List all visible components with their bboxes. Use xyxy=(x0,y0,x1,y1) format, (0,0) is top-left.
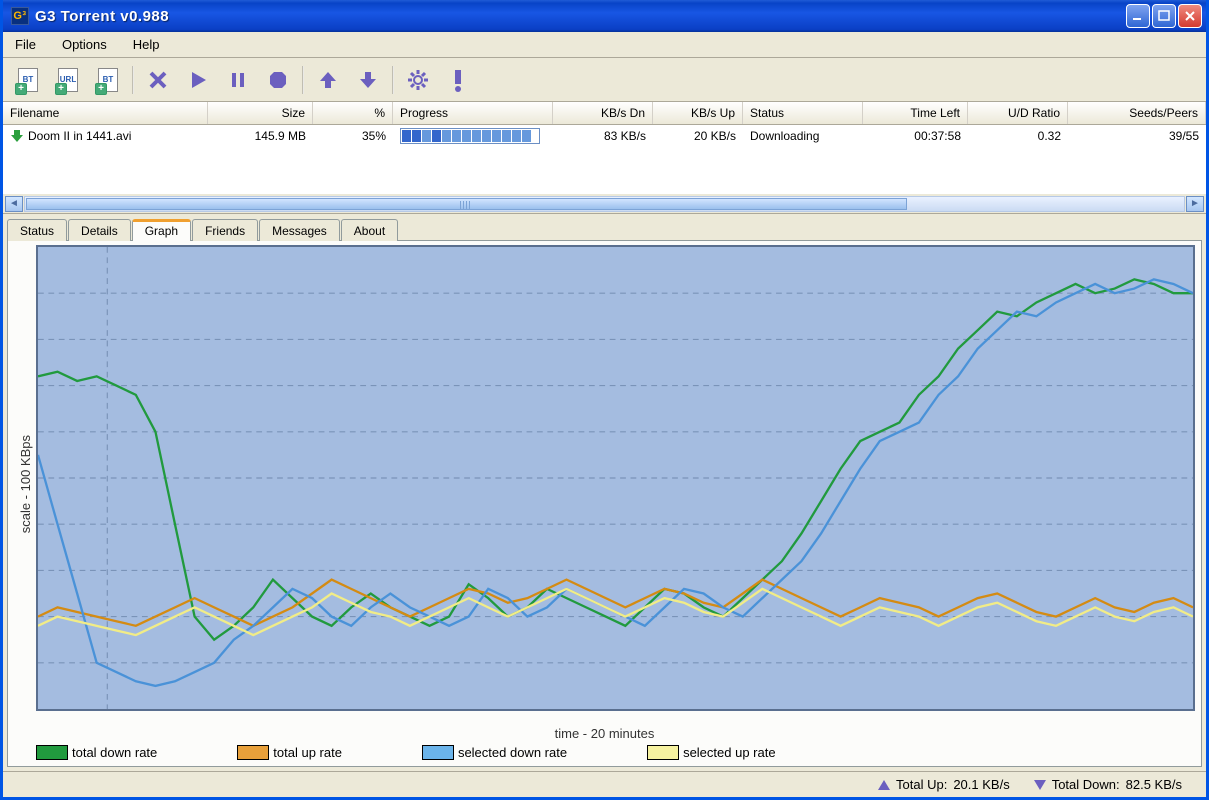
col-percent[interactable]: % xyxy=(313,102,393,124)
window: G³ G3 Torrent v0.988 File Options Help B… xyxy=(0,0,1209,800)
scroll-right-button[interactable]: ► xyxy=(1186,196,1204,212)
list-header: Filename Size % Progress KB/s Dn KB/s Up… xyxy=(3,102,1206,125)
horizontal-scrollbar[interactable]: ◄ ► xyxy=(3,193,1206,213)
tab-status[interactable]: Status xyxy=(7,219,67,241)
col-timeleft[interactable]: Time Left xyxy=(863,102,968,124)
col-status[interactable]: Status xyxy=(743,102,863,124)
close-button[interactable] xyxy=(1178,4,1202,28)
swatch-total-up-icon xyxy=(237,745,269,760)
move-down-button[interactable] xyxy=(349,63,387,97)
move-up-button[interactable] xyxy=(309,63,347,97)
maximize-button[interactable] xyxy=(1152,4,1176,28)
download-arrow-icon xyxy=(1034,780,1046,790)
menu-help[interactable]: Help xyxy=(127,35,166,54)
col-udratio[interactable]: U/D Ratio xyxy=(968,102,1068,124)
stop-button[interactable] xyxy=(259,63,297,97)
create-torrent-button[interactable]: BT xyxy=(89,63,127,97)
play-button[interactable] xyxy=(179,63,217,97)
col-filename[interactable]: Filename xyxy=(3,102,208,124)
progress-cell xyxy=(393,126,553,146)
app-icon: G³ xyxy=(11,7,29,25)
menu-options[interactable]: Options xyxy=(56,35,113,54)
window-title: G3 Torrent v0.988 xyxy=(35,8,1126,25)
tab-about[interactable]: About xyxy=(341,219,398,241)
add-torrent-file-button[interactable]: BT xyxy=(9,63,47,97)
graph-legend: total down rate total up rate selected d… xyxy=(14,745,1195,766)
tabs: Status Details Graph Friends Messages Ab… xyxy=(3,214,1206,240)
col-size[interactable]: Size xyxy=(208,102,313,124)
col-progress[interactable]: Progress xyxy=(393,102,553,124)
graph-canvas xyxy=(36,245,1195,711)
minimize-button[interactable] xyxy=(1126,4,1150,28)
upload-arrow-icon xyxy=(878,780,890,790)
swatch-selected-down-icon xyxy=(422,745,454,760)
toolbar: BT URL BT xyxy=(3,58,1206,102)
swatch-selected-up-icon xyxy=(647,745,679,760)
remove-button[interactable] xyxy=(139,63,177,97)
status-total-up: Total Up: 20.1 KB/s xyxy=(878,777,1010,792)
download-icon xyxy=(10,129,24,143)
add-torrent-url-button[interactable]: URL xyxy=(49,63,87,97)
menubar: File Options Help xyxy=(3,32,1206,58)
graph-ylabel: scale - 100 KBps xyxy=(14,245,36,724)
filename-cell: Doom II in 1441.avi xyxy=(3,127,208,145)
table-row[interactable]: Doom II in 1441.avi 145.9 MB 35% 83 KB/s… xyxy=(3,125,1206,147)
settings-button[interactable] xyxy=(399,63,437,97)
pause-button[interactable] xyxy=(219,63,257,97)
statusbar: Total Up: 20.1 KB/s Total Down: 82.5 KB/… xyxy=(3,771,1206,797)
tab-messages[interactable]: Messages xyxy=(259,219,340,241)
col-kbup[interactable]: KB/s Up xyxy=(653,102,743,124)
scroll-thumb[interactable] xyxy=(26,198,907,210)
info-button[interactable] xyxy=(439,63,477,97)
graph-xlabel: time - 20 minutes xyxy=(14,724,1195,745)
progress-bar xyxy=(400,128,540,144)
status-total-down: Total Down: 82.5 KB/s xyxy=(1034,777,1182,792)
tab-details[interactable]: Details xyxy=(68,219,131,241)
col-kbdn[interactable]: KB/s Dn xyxy=(553,102,653,124)
tab-friends[interactable]: Friends xyxy=(192,219,258,241)
tab-graph[interactable]: Graph xyxy=(132,219,191,241)
col-seedspeers[interactable]: Seeds/Peers xyxy=(1068,102,1206,124)
menu-file[interactable]: File xyxy=(9,35,42,54)
graph-panel: scale - 100 KBps time - 20 minutes total… xyxy=(7,240,1202,767)
titlebar[interactable]: G³ G3 Torrent v0.988 xyxy=(3,0,1206,32)
torrent-list: Filename Size % Progress KB/s Dn KB/s Up… xyxy=(3,102,1206,214)
swatch-total-down-icon xyxy=(36,745,68,760)
scroll-left-button[interactable]: ◄ xyxy=(5,196,23,212)
